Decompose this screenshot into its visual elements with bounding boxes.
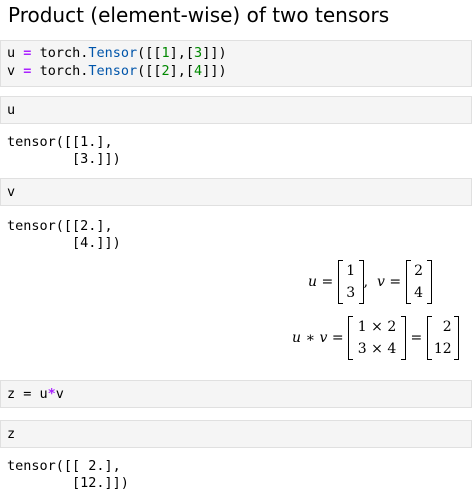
math-product: u ∗ v = 1 × 2 3 × 4 = 2 12: [292, 316, 459, 360]
code-cell-show-u[interactable]: [0, 96, 472, 124]
code-z: z: [7, 426, 16, 442]
code-line-u: u = torch.Tensor([[1],[3]]): [7, 45, 227, 61]
code-z-assign: z = u*v: [7, 386, 64, 402]
code-v: v: [7, 184, 16, 200]
output-v: tensor([[2.], [4.]]): [7, 218, 121, 251]
code-u: u: [7, 102, 16, 118]
matrix-v: 2 4: [405, 260, 432, 304]
output-u: tensor([[1.], [3.]]): [7, 134, 121, 167]
output-z: tensor([[ 2.], [12.]]): [7, 458, 129, 491]
code-cell-compute-z[interactable]: [0, 380, 472, 408]
math-uv-definition: u = 1 3 , v = 2 4: [308, 260, 432, 304]
matrix-u: 1 3: [337, 260, 364, 304]
matrix-elementwise: 1 × 2 3 × 4: [348, 316, 407, 360]
matrix-result: 2 12: [426, 316, 459, 360]
notebook-heading: Product (element-wise) of two tensors: [8, 3, 390, 27]
code-cell-show-v[interactable]: [0, 178, 472, 206]
code-line-v: v = torch.Tensor([[2],[4]]): [7, 63, 227, 79]
code-cell-show-z[interactable]: [0, 420, 472, 448]
